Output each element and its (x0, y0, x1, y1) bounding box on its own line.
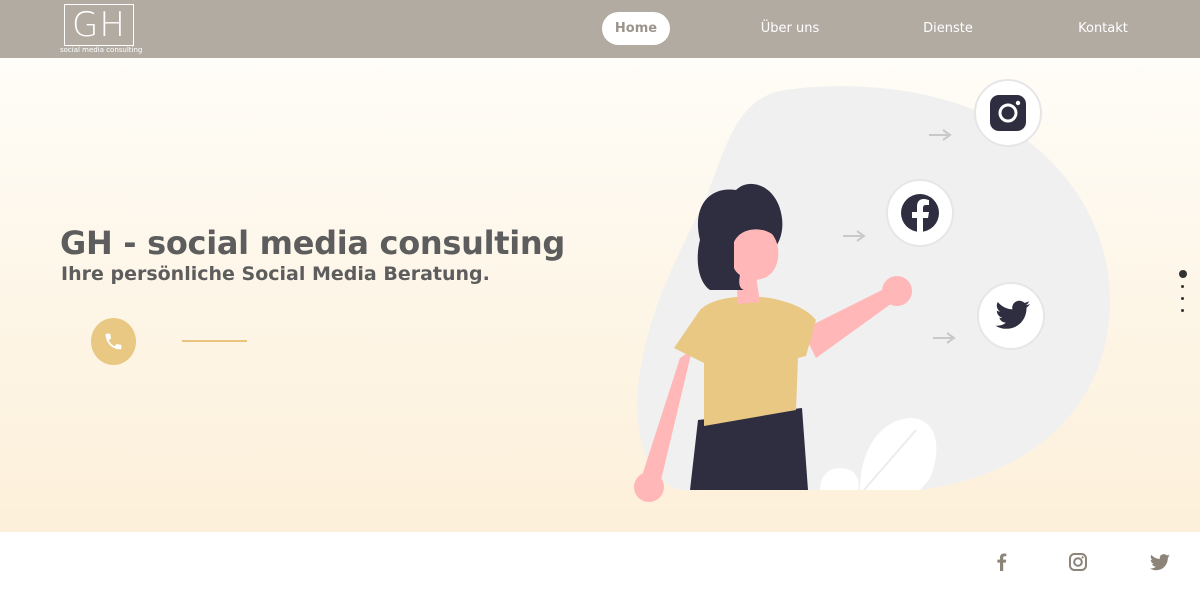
nav-dienste[interactable]: Dienste (910, 12, 986, 45)
facebook-icon (997, 553, 1007, 571)
facebook-icon (886, 179, 954, 247)
nav-ueber-uns[interactable]: Über uns (750, 12, 830, 45)
phone-icon (105, 333, 122, 350)
hero-section: GH - social media consulting Ihre persön… (0, 58, 1200, 532)
hero-illustration (634, 79, 1111, 502)
hero-subtitle: Ihre persönliche Social Media Beratung. (61, 263, 490, 285)
logo[interactable]: GH social media consulting (60, 3, 143, 55)
call-underline (182, 340, 247, 342)
slide-dot[interactable] (1181, 309, 1184, 312)
footer-facebook-link[interactable] (988, 548, 1016, 576)
logo-letters: GH (72, 5, 126, 45)
footer-instagram-link[interactable] (1064, 548, 1092, 576)
hero-title: GH - social media consulting (60, 224, 566, 262)
nav-home[interactable]: Home (602, 12, 670, 45)
slide-dot-active[interactable] (1179, 270, 1187, 278)
call-button[interactable] (91, 318, 136, 365)
slide-pagination (1176, 270, 1190, 318)
nav-kontakt[interactable]: Kontakt (1066, 12, 1140, 45)
slide-dot[interactable] (1181, 285, 1184, 288)
site-header: GH social media consulting Home Über uns… (0, 0, 1200, 58)
footer-twitter-link[interactable] (1146, 548, 1174, 576)
instagram-icon (974, 79, 1042, 147)
slide-dot[interactable] (1181, 297, 1184, 300)
twitter-icon (1149, 554, 1170, 571)
logo-tagline: social media consulting (60, 46, 143, 54)
twitter-icon (977, 282, 1045, 350)
instagram-icon (1069, 553, 1087, 571)
